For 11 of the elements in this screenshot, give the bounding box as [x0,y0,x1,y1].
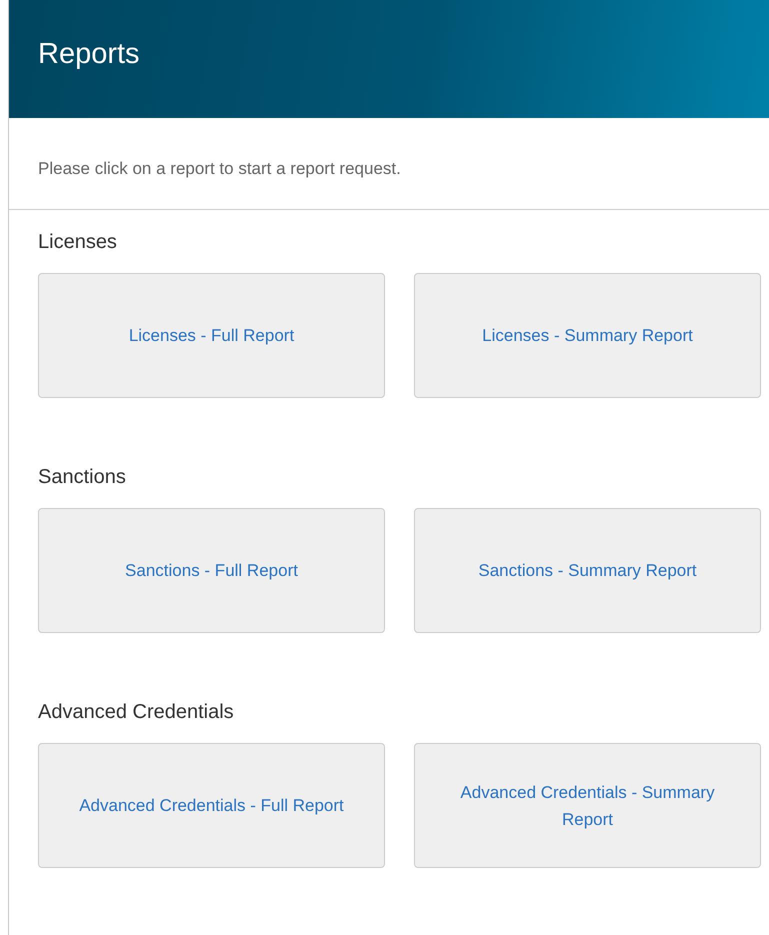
page-title: Reports [38,38,140,72]
report-button[interactable]: Licenses - Full Report [38,273,385,398]
report-button[interactable]: Advanced Credentials - Summary Report [414,743,761,868]
report-button[interactable]: Licenses - Summary Report [414,273,761,398]
report-button[interactable]: Sanctions - Full Report [38,508,385,633]
section-heading: Licenses [37,230,118,255]
section-heading: Advanced Credentials [37,700,235,725]
section-heading: Sanctions [37,465,127,490]
report-button[interactable]: Sanctions - Summary Report [414,508,761,633]
report-button[interactable]: Advanced Credentials - Full Report [38,743,385,868]
instruction-text: Please click on a report to start a report request. [9,118,769,210]
